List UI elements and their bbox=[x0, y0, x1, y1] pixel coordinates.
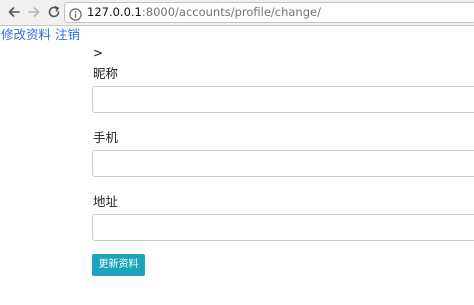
address-label: 地址 bbox=[93, 194, 119, 209]
phone-input[interactable] bbox=[92, 150, 474, 177]
browser-toolbar: 127.0.0.1:8000/accounts/profile/change/ bbox=[0, 0, 474, 26]
update-profile-button[interactable]: 更新资料 bbox=[92, 254, 145, 276]
url-path: :8000/accounts/profile/change/ bbox=[141, 5, 321, 19]
nickname-label: 昵称 bbox=[93, 66, 119, 81]
logout-link[interactable]: 注销 bbox=[55, 27, 80, 42]
url-text: 127.0.0.1:8000/accounts/profile/change/ bbox=[87, 5, 321, 20]
reload-icon[interactable] bbox=[45, 3, 63, 21]
edit-profile-link[interactable]: 修改资料 bbox=[1, 27, 51, 42]
address-bar[interactable]: 127.0.0.1:8000/accounts/profile/change/ bbox=[64, 2, 474, 23]
nickname-input[interactable] bbox=[92, 86, 474, 113]
forward-arrow-icon[interactable] bbox=[25, 3, 43, 21]
address-input[interactable] bbox=[92, 214, 474, 241]
back-arrow-icon[interactable] bbox=[5, 3, 23, 21]
url-host: 127.0.0.1 bbox=[87, 5, 142, 19]
top-nav: 修改资料 注销 bbox=[1, 27, 80, 43]
info-icon[interactable] bbox=[69, 6, 82, 21]
phone-label: 手机 bbox=[93, 130, 119, 145]
breadcrumb: > bbox=[93, 46, 104, 60]
